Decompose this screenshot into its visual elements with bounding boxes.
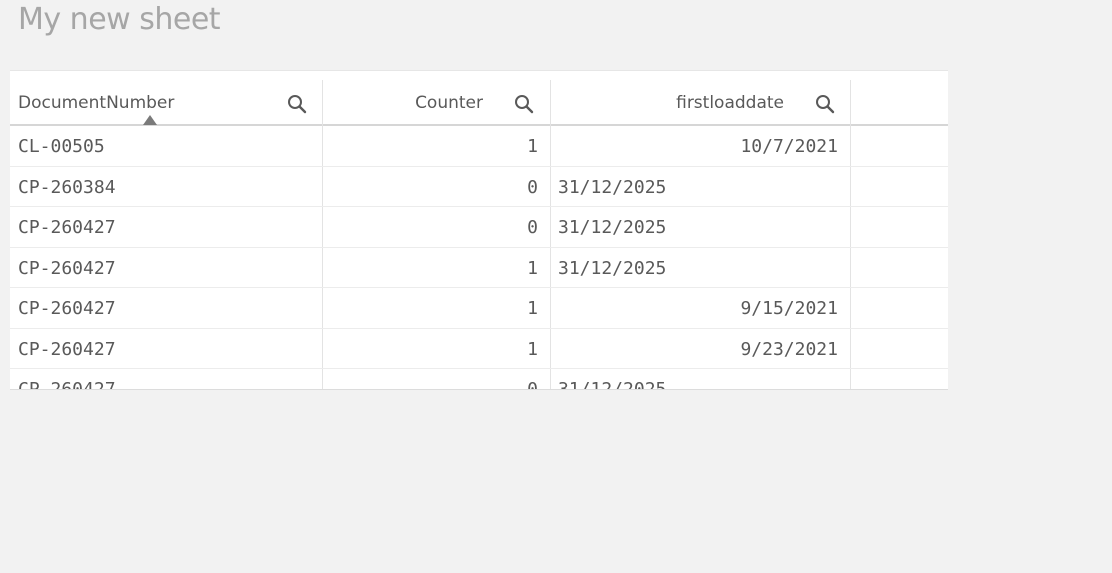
cell-firstloaddate[interactable]: 31/12/2025 xyxy=(558,258,666,279)
table-row[interactable]: CP-260427 1 31/12/2025 xyxy=(10,248,948,288)
cell-firstloaddate[interactable]: 31/12/2025 xyxy=(558,217,666,238)
cell-counter[interactable]: 1 xyxy=(324,298,538,319)
cell-document-number[interactable]: CP-260427 xyxy=(18,379,116,389)
cell-counter[interactable]: 1 xyxy=(324,136,538,157)
cell-firstloaddate[interactable]: 9/15/2021 xyxy=(558,298,838,319)
table-row[interactable]: CP-260384 0 31/12/2025 xyxy=(10,167,948,207)
cell-counter[interactable]: 1 xyxy=(324,339,538,360)
column-header-label: firstloaddate xyxy=(676,93,784,113)
cell-document-number[interactable]: CP-260427 xyxy=(18,258,116,279)
sheet-title: My new sheet xyxy=(18,2,221,37)
column-header-documentnumber[interactable]: DocumentNumber xyxy=(10,80,323,126)
search-icon[interactable] xyxy=(514,94,534,114)
table-row[interactable]: CP-260427 1 9/15/2021 xyxy=(10,288,948,329)
table-row[interactable]: CP-260427 0 31/12/2025 xyxy=(10,369,948,389)
cell-document-number[interactable]: CP-260384 xyxy=(18,177,116,198)
cell-counter[interactable]: 1 xyxy=(324,258,538,279)
cell-document-number[interactable]: CP-260427 xyxy=(18,217,116,238)
column-header-counter[interactable]: Counter xyxy=(323,80,551,126)
cell-firstloaddate[interactable]: 31/12/2025 xyxy=(558,379,666,389)
search-icon[interactable] xyxy=(815,94,835,114)
cell-firstloaddate[interactable]: 31/12/2025 xyxy=(558,177,666,198)
column-header-firstloaddate[interactable]: firstloaddate xyxy=(551,80,851,126)
table-row[interactable]: CP-260427 1 9/23/2021 xyxy=(10,329,948,369)
column-header-label: Counter xyxy=(415,93,483,113)
cell-firstloaddate[interactable]: 10/7/2021 xyxy=(558,136,838,157)
table-header: DocumentNumber Counter firstloaddate xyxy=(10,80,948,126)
cell-document-number[interactable]: CP-260427 xyxy=(18,339,116,360)
cell-document-number[interactable]: CP-260427 xyxy=(18,298,116,319)
search-icon[interactable] xyxy=(287,94,307,114)
cell-document-number[interactable]: CL-00505 xyxy=(18,136,105,157)
table-row[interactable]: CP-260427 0 31/12/2025 xyxy=(10,207,948,248)
table-row[interactable]: CL-00505 1 10/7/2021 xyxy=(10,126,948,167)
sort-ascending-icon xyxy=(143,115,157,125)
cell-counter[interactable]: 0 xyxy=(324,379,538,389)
cell-counter[interactable]: 0 xyxy=(324,177,538,198)
column-header-label: DocumentNumber xyxy=(18,93,175,113)
cell-counter[interactable]: 0 xyxy=(324,217,538,238)
data-table[interactable]: DocumentNumber Counter firstloaddate CL-… xyxy=(10,70,948,390)
cell-firstloaddate[interactable]: 9/23/2021 xyxy=(558,339,838,360)
